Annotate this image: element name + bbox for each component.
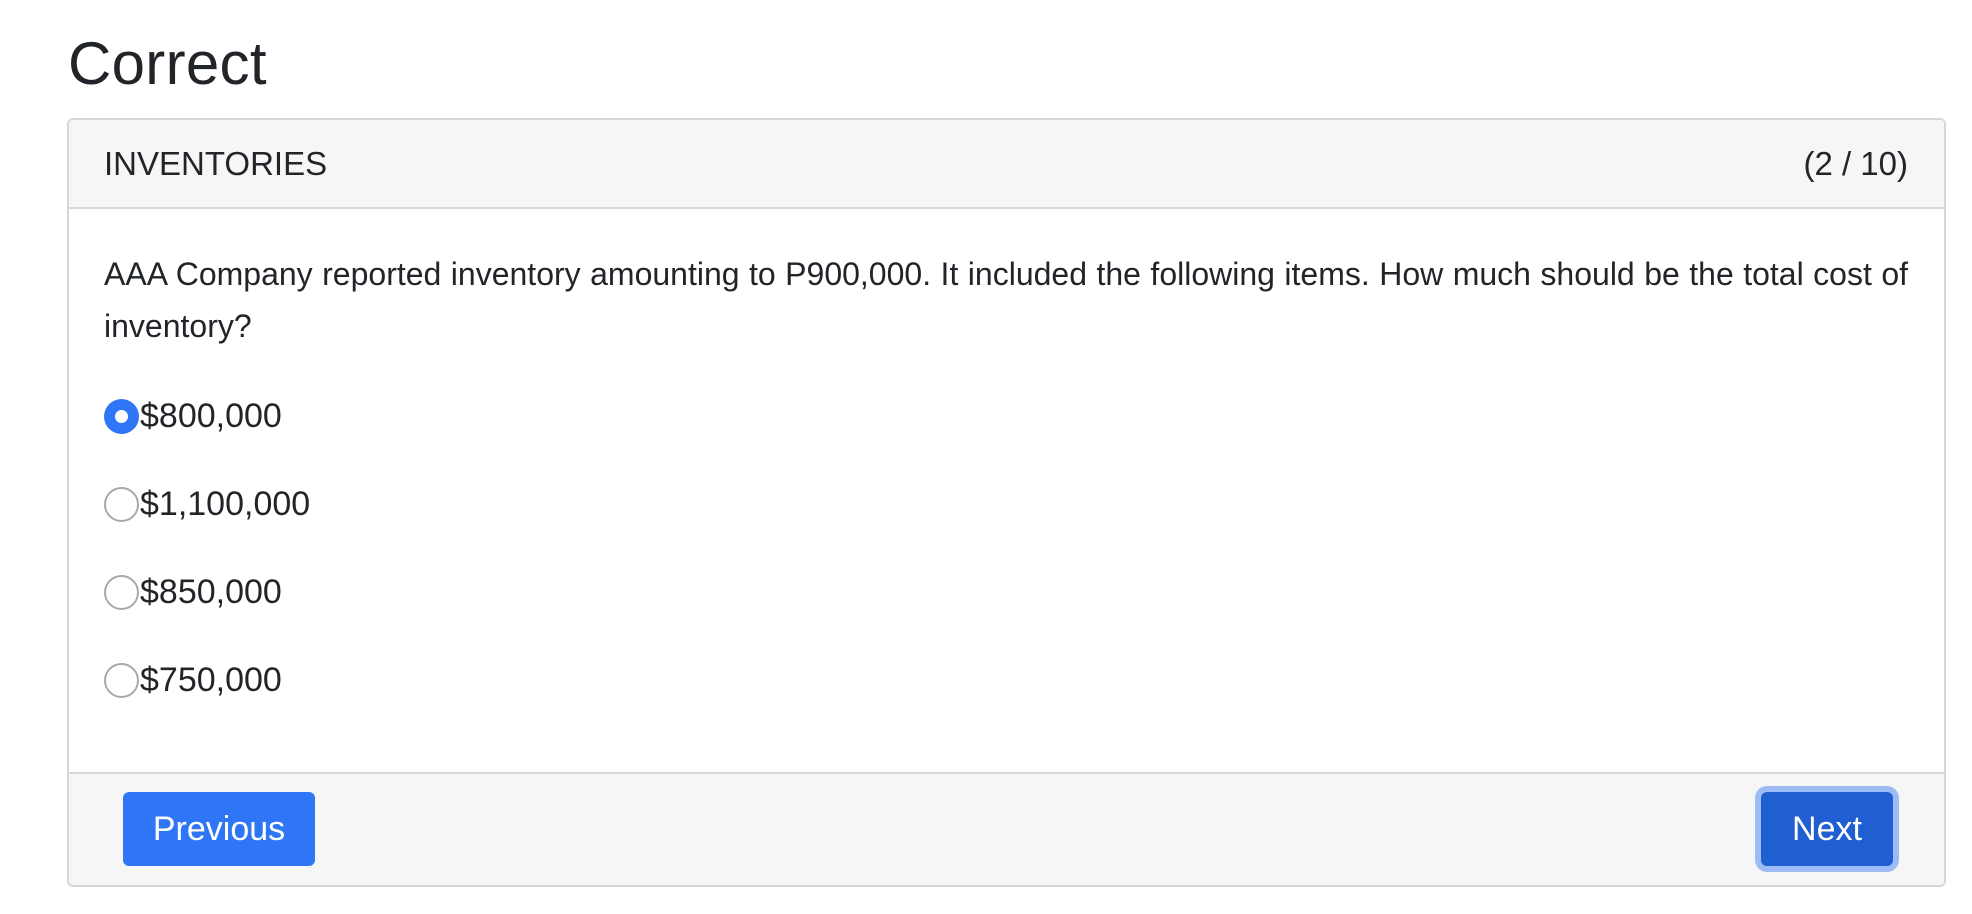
radio-button[interactable]	[104, 662, 139, 698]
radio-button[interactable]	[104, 486, 139, 522]
question-card: INVENTORIES (2 / 10) AAA Company reporte…	[67, 118, 1946, 887]
answer-option-label: $750,000	[140, 660, 282, 699]
card-body: AAA Company reported inventory amounting…	[69, 209, 1944, 724]
card-header: INVENTORIES (2 / 10)	[69, 120, 1944, 209]
answer-options: $800,000 $1,100,000 $850,000 $750,000	[104, 372, 1908, 724]
answer-option[interactable]: $800,000	[104, 372, 1908, 460]
question-progress: (2 / 10)	[1803, 144, 1908, 182]
radio-button[interactable]	[104, 398, 139, 434]
previous-button[interactable]: Previous	[123, 792, 315, 866]
card-footer: Previous Next	[69, 772, 1944, 885]
answer-option-label: $850,000	[140, 572, 282, 611]
result-heading: Correct	[68, 30, 267, 97]
answer-option[interactable]: $1,100,000	[104, 460, 1908, 548]
answer-option-label: $800,000	[140, 396, 282, 435]
quiz-page: Correct INVENTORIES (2 / 10) AAA Company…	[0, 0, 1972, 914]
answer-option-label: $1,100,000	[140, 484, 311, 523]
next-button[interactable]: Next	[1761, 792, 1893, 866]
category-label: INVENTORIES	[104, 144, 328, 182]
radio-button[interactable]	[104, 574, 139, 610]
answer-option[interactable]: $850,000	[104, 548, 1908, 636]
answer-option[interactable]: $750,000	[104, 636, 1908, 724]
question-text: AAA Company reported inventory amounting…	[104, 256, 1908, 344]
